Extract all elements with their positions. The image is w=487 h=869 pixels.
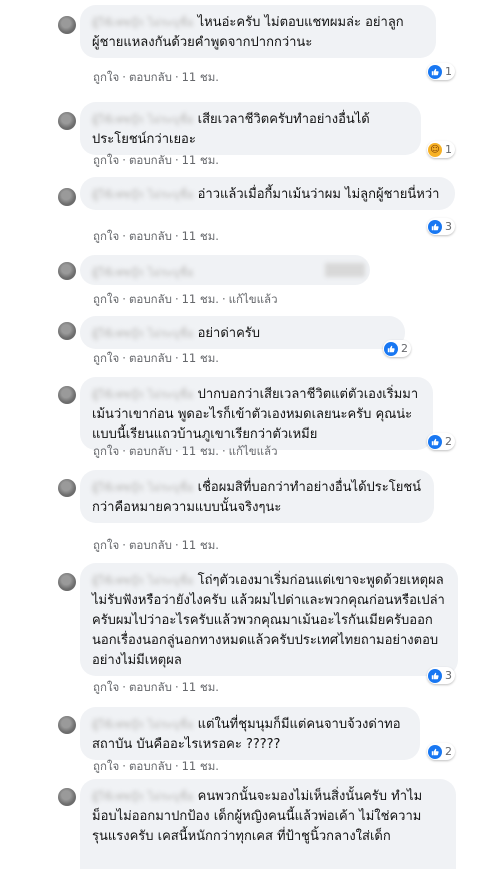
reaction-number: 3 xyxy=(445,220,452,233)
reply-link[interactable]: ตอบกลับ xyxy=(129,153,172,167)
comment-bubble: ผู้ใช้เฟซบุ๊ก ไม่ระบุชื่อ คนพวกนั้นจะมองไ… xyxy=(80,779,456,869)
reaction-count[interactable]: 3 xyxy=(427,667,455,684)
comment-thread: ผู้ใช้เฟซบุ๊ก ไม่ระบุชื่อ ไหนอ่ะครับ ไม่ต… xyxy=(0,0,487,869)
timestamp[interactable]: 11 ชม. xyxy=(182,351,219,365)
avatar[interactable] xyxy=(58,262,76,280)
edited-label[interactable]: แก้ไขแล้ว xyxy=(229,444,278,458)
like-link[interactable]: ถูกใจ xyxy=(93,538,119,552)
avatar[interactable] xyxy=(58,573,76,591)
comment-actions: ถูกใจ · ตอบกลับ · 11 ชม. xyxy=(93,229,219,243)
reaction-number: 3 xyxy=(445,669,452,682)
timestamp[interactable]: 11 ชม. xyxy=(182,229,219,243)
like-link[interactable]: ถูกใจ xyxy=(93,70,119,84)
timestamp[interactable]: 11 ชม. xyxy=(182,292,219,306)
reaction-count[interactable]: ☺ 1 xyxy=(427,141,455,158)
like-link[interactable]: ถูกใจ xyxy=(93,444,119,458)
comment-bubble: ผู้ใช้เฟซบุ๊ก ไม่ระบุชื่อ อย่าด่าครับ xyxy=(80,316,405,349)
commenter-name[interactable]: ผู้ใช้เฟซบุ๊ก ไม่ระบุชื่อ xyxy=(92,482,194,494)
comment-bubble: ผู้ใช้เฟซบุ๊ก ไม่ระบุชื่อ เชื่อผมสิที่บอก… xyxy=(80,470,434,523)
avatar[interactable] xyxy=(58,788,76,806)
timestamp[interactable]: 11 ชม. xyxy=(182,538,219,552)
timestamp[interactable]: 11 ชม. xyxy=(182,444,219,458)
comment-bubble: ผู้ใช้เฟซบุ๊ก ไม่ระบุชื่อ ไหนอ่ะครับ ไม่ต… xyxy=(80,5,436,58)
reaction-number: 2 xyxy=(445,745,452,758)
comment-text: โถ่ๆตัวเองมาเริ่มก่อนแต่เขาจะพูดด้วยเหตุ… xyxy=(92,573,445,668)
avatar[interactable] xyxy=(58,16,76,34)
commenter-name[interactable]: ผู้ใช้เฟซบุ๊ก ไม่ระบุชื่อ xyxy=(92,17,194,29)
avatar[interactable] xyxy=(58,479,76,497)
like-link[interactable]: ถูกใจ xyxy=(93,292,119,306)
comment-actions: ถูกใจ · ตอบกลับ · 11 ชม. xyxy=(93,153,219,167)
reaction-number: 2 xyxy=(445,435,452,448)
reaction-number: 1 xyxy=(445,143,452,156)
like-link[interactable]: ถูกใจ xyxy=(93,759,119,773)
comment-actions: ถูกใจ · ตอบกลับ · 11 ชม. xyxy=(93,680,219,694)
comment-actions: ถูกใจ · ตอบกลับ · 11 ชม. xyxy=(93,759,219,773)
like-icon xyxy=(428,64,442,79)
comment-bubble: ผู้ใช้เฟซบุ๊ก ไม่ระบุชื่อ แต่ในที่ชุมนุมก… xyxy=(80,707,420,760)
avatar[interactable] xyxy=(58,716,76,734)
reply-link[interactable]: ตอบกลับ xyxy=(129,680,172,694)
reaction-count[interactable]: 2 xyxy=(383,340,411,357)
commenter-name[interactable]: ผู้ใช้เฟซบุ๊ก ไม่ระบุชื่อ xyxy=(92,267,194,279)
like-icon xyxy=(428,744,442,759)
comment-actions: ถูกใจ · ตอบกลับ · 11 ชม. · แก้ไขแล้ว xyxy=(93,292,278,306)
like-icon xyxy=(428,668,442,683)
comment-actions: ถูกใจ · ตอบกลับ · 11 ชม. xyxy=(93,70,219,84)
comment-text: อย่าด่าครับ xyxy=(197,326,261,341)
commenter-name[interactable]: ผู้ใช้เฟซบุ๊ก ไม่ระบุชื่อ xyxy=(92,189,194,201)
comment-bubble: ผู้ใช้เฟซบุ๊ก ไม่ระบุชื่อ อ่าวแล้วเมื่อกี… xyxy=(80,177,455,210)
comment-actions: ถูกใจ · ตอบกลับ · 11 ชม. · แก้ไขแล้ว xyxy=(93,444,278,458)
comment-bubble: ผู้ใช้เฟซบุ๊ก ไม่ระบุชื่อ xyxy=(80,255,370,285)
like-icon xyxy=(428,219,442,234)
comment-bubble: ผู้ใช้เฟซบุ๊ก ไม่ระบุชื่อ เสียเวลาชีวิตคร… xyxy=(80,102,421,155)
like-link[interactable]: ถูกใจ xyxy=(93,680,119,694)
like-link[interactable]: ถูกใจ xyxy=(93,153,119,167)
like-icon xyxy=(384,341,398,356)
avatar[interactable] xyxy=(58,322,76,340)
avatar[interactable] xyxy=(58,112,76,130)
reaction-count[interactable]: 1 xyxy=(427,63,455,80)
comment-actions: ถูกใจ · ตอบกลับ · 11 ชม. xyxy=(93,538,219,552)
comment-text: อ่าวแล้วเมื่อกี้มาเม้นว่าผม ไม่ลูกผู้ชาย… xyxy=(197,187,440,202)
redacted-block xyxy=(325,263,365,277)
comment-bubble: ผู้ใช้เฟซบุ๊ก ไม่ระบุชื่อ ปากบอกว่าเสียเว… xyxy=(80,377,433,450)
reaction-count[interactable]: 2 xyxy=(427,433,455,450)
haha-icon: ☺ xyxy=(428,142,442,157)
reply-link[interactable]: ตอบกลับ xyxy=(129,70,172,84)
like-link[interactable]: ถูกใจ xyxy=(93,229,119,243)
timestamp[interactable]: 11 ชม. xyxy=(182,70,219,84)
commenter-name[interactable]: ผู้ใช้เฟซบุ๊ก ไม่ระบุชื่อ xyxy=(92,575,194,587)
reply-link[interactable]: ตอบกลับ xyxy=(129,759,172,773)
timestamp[interactable]: 11 ชม. xyxy=(182,759,219,773)
reply-link[interactable]: ตอบกลับ xyxy=(129,292,172,306)
timestamp[interactable]: 11 ชม. xyxy=(182,680,219,694)
reaction-count[interactable]: 2 xyxy=(427,743,455,760)
comment-bubble: ผู้ใช้เฟซบุ๊ก ไม่ระบุชื่อ โถ่ๆตัวเองมาเริ… xyxy=(80,563,458,676)
commenter-name[interactable]: ผู้ใช้เฟซบุ๊ก ไม่ระบุชื่อ xyxy=(92,791,194,803)
like-link[interactable]: ถูกใจ xyxy=(93,351,119,365)
commenter-name[interactable]: ผู้ใช้เฟซบุ๊ก ไม่ระบุชื่อ xyxy=(92,719,194,731)
commenter-name[interactable]: ผู้ใช้เฟซบุ๊ก ไม่ระบุชื่อ xyxy=(92,389,194,401)
like-icon xyxy=(428,434,442,449)
timestamp[interactable]: 11 ชม. xyxy=(182,153,219,167)
commenter-name[interactable]: ผู้ใช้เฟซบุ๊ก ไม่ระบุชื่อ xyxy=(92,114,194,126)
reaction-number: 2 xyxy=(401,342,408,355)
reply-link[interactable]: ตอบกลับ xyxy=(129,351,172,365)
edited-label[interactable]: แก้ไขแล้ว xyxy=(229,292,278,306)
reaction-number: 1 xyxy=(445,65,452,78)
avatar[interactable] xyxy=(58,188,76,206)
reply-link[interactable]: ตอบกลับ xyxy=(129,229,172,243)
comment-actions: ถูกใจ · ตอบกลับ · 11 ชม. xyxy=(93,351,219,365)
reaction-count[interactable]: 3 xyxy=(427,218,455,235)
reply-link[interactable]: ตอบกลับ xyxy=(129,538,172,552)
reply-link[interactable]: ตอบกลับ xyxy=(129,444,172,458)
avatar[interactable] xyxy=(58,386,76,404)
commenter-name[interactable]: ผู้ใช้เฟซบุ๊ก ไม่ระบุชื่อ xyxy=(92,328,194,340)
